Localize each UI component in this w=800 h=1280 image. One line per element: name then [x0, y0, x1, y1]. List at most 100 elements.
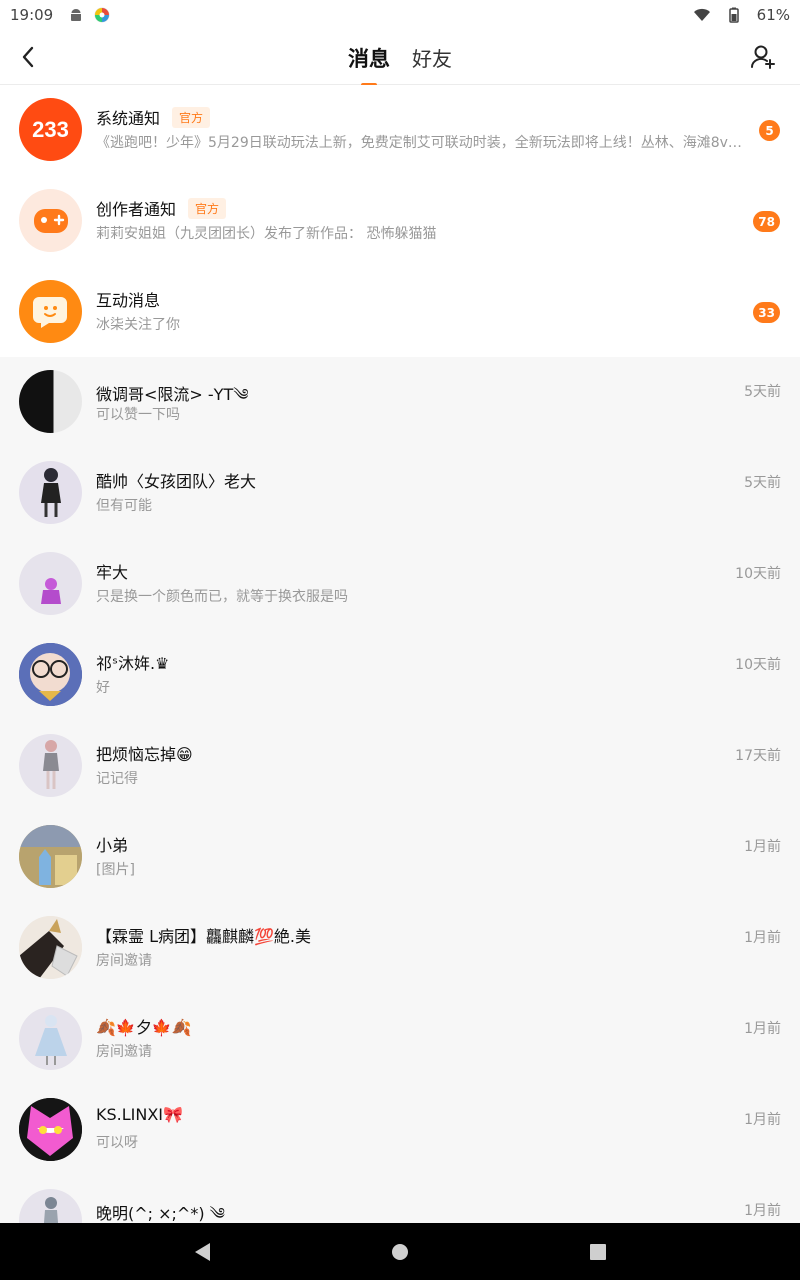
chat-item[interactable]: 🍂🍁夕🍁🍂 房间邀请 1月前: [0, 994, 800, 1085]
chat-name: 🍂🍁夕🍁🍂: [96, 1018, 192, 1037]
add-friend-icon: [750, 45, 775, 69]
chat-name: 祁ˢ沐姩.♛: [96, 654, 170, 673]
row-title-text: 创作者通知: [96, 200, 177, 219]
chat-bubble-icon: [32, 296, 67, 328]
interaction-notice-row[interactable]: 互动消息 冰柒关注了你 33: [0, 267, 800, 358]
chat-preview: 好: [96, 680, 110, 696]
avatar-figure: [19, 643, 82, 706]
row-preview: 莉莉安姐姐（九灵团团长）发布了新作品： 恐怖躲猫猫: [96, 226, 437, 242]
chat-name: KS.LINXI🎀: [96, 1105, 183, 1124]
official-notifications: 233 系统通知 官方 《逃跑吧！少年》5月29日联动玩法上新，免费定制艾可联动…: [0, 85, 800, 357]
chat-list[interactable]: 微调哥<限流> -YT༄ 可以赞一下吗 5天前 酷帅〈女孩团队〉老大 但有可能 …: [0, 357, 800, 1223]
chat-name: 牢大: [96, 563, 129, 582]
chat-time: 10天前: [735, 657, 781, 673]
nav-back-icon: [195, 1242, 210, 1261]
unread-badge: 78: [753, 211, 780, 232]
row-title: 系统通知 官方: [96, 105, 211, 129]
chat-item[interactable]: 把烦恼忘掉😁 记记得 17天前: [0, 721, 800, 812]
avatar: [19, 461, 82, 524]
avatar-figure: [40, 467, 61, 517]
avatar: [19, 552, 82, 615]
chat-item[interactable]: 晚明(^; ×;^*) ༄ 1月前: [0, 1176, 800, 1223]
chat-preview: 房间邀请: [96, 1044, 152, 1060]
avatar: [19, 370, 82, 433]
row-title-text: 互动消息: [96, 291, 161, 310]
tab-messages[interactable]: 消息: [346, 43, 392, 73]
chat-time: 10天前: [735, 566, 781, 582]
chat-preview: 只是换一个颜色而已，就等于换衣服是吗: [96, 589, 348, 605]
avatar: [19, 734, 82, 797]
unread-badge: 33: [753, 302, 780, 323]
chat-item[interactable]: 小弟 [图片] 1月前: [0, 812, 800, 903]
chat-preview: 可以赞一下吗: [96, 407, 180, 423]
chat-time: 5天前: [744, 384, 781, 400]
avatar-creator: [19, 189, 82, 252]
avatar: [19, 916, 82, 979]
avatar: [19, 643, 82, 706]
row-preview: 《逃跑吧！少年》5月29日联动玩法上新，免费定制艾可联动时装，全新玩法即将上线！…: [96, 135, 746, 151]
app-notification-icon: [93, 6, 111, 24]
status-bar: 19:09 61%: [0, 0, 800, 30]
chat-preview: [图片]: [96, 862, 135, 878]
chat-item[interactable]: 祁ˢ沐姩.♛ 好 10天前: [0, 630, 800, 721]
system-nav-bar: [0, 1223, 800, 1280]
avatar-interaction: [19, 280, 82, 343]
chat-name: 酷帅〈女孩团队〉老大: [96, 472, 257, 491]
chat-item[interactable]: 酷帅〈女孩团队〉老大 但有可能 5天前: [0, 448, 800, 539]
chat-item[interactable]: 微调哥<限流> -YT༄ 可以赞一下吗 5天前: [0, 357, 800, 448]
chat-time: 1月前: [744, 1203, 781, 1219]
battery-icon: [725, 6, 743, 24]
add-friend-button[interactable]: [748, 42, 778, 72]
avatar: [19, 1007, 82, 1070]
row-title: 创作者通知 官方: [96, 196, 227, 220]
system-notice-row[interactable]: 233 系统通知 官方 《逃跑吧！少年》5月29日联动玩法上新，免费定制艾可联动…: [0, 85, 800, 176]
gamepad-icon: [33, 208, 68, 233]
avatar-figure: [40, 577, 61, 604]
nav-home-icon: [392, 1243, 408, 1260]
avatar-figure: [19, 1098, 82, 1161]
chat-name: 小弟: [96, 836, 129, 855]
nav-recents-button[interactable]: [587, 1241, 609, 1263]
nav-back-button[interactable]: [191, 1241, 213, 1263]
creator-notice-row[interactable]: 创作者通知 官方 莉莉安姐姐（九灵团团长）发布了新作品： 恐怖躲猫猫 78: [0, 176, 800, 267]
avatar: [19, 825, 82, 888]
chat-time: 17天前: [735, 748, 781, 764]
chat-item[interactable]: KS.LINXI🎀 可以呀 1月前: [0, 1085, 800, 1176]
chat-time: 1月前: [744, 930, 781, 946]
chat-item[interactable]: 牢大 只是换一个颜色而已，就等于换衣服是吗 10天前: [0, 539, 800, 630]
avatar-233: 233: [19, 98, 82, 161]
logo-233-text: 233: [32, 116, 69, 142]
top-header: 消息 好友: [0, 30, 800, 85]
chat-time: 1月前: [744, 839, 781, 855]
battery-percent: 61%: [756, 6, 790, 24]
chat-preview: 可以呀: [96, 1135, 138, 1151]
avatar-figure: [19, 916, 82, 979]
nav-home-button[interactable]: [389, 1241, 411, 1263]
message-tabs: 消息 好友: [0, 30, 800, 85]
unread-badge: 5: [759, 120, 780, 141]
avatar-figure: [19, 825, 82, 888]
official-badge: 官方: [188, 197, 227, 219]
chat-preview: 房间邀请: [96, 953, 152, 969]
avatar: [19, 1189, 82, 1223]
official-badge: 官方: [172, 106, 211, 128]
android-icon: [67, 6, 85, 24]
chat-name: 晚明(^; ×;^*) ༄: [96, 1204, 225, 1223]
row-preview: 冰柒关注了你: [96, 317, 180, 333]
row-title: 互动消息: [96, 287, 160, 311]
chat-name: 【霖霊 ᒪ病团】龘麒麟💯絶.美: [96, 927, 312, 946]
chat-name: 把烦恼忘掉😁: [96, 745, 193, 764]
chat-item[interactable]: 【霖霊 ᒪ病团】龘麒麟💯絶.美 房间邀请 1月前: [0, 903, 800, 994]
tab-friends[interactable]: 好友: [410, 43, 454, 72]
avatar: [19, 1098, 82, 1161]
chat-time: 1月前: [744, 1112, 781, 1128]
avatar-figure: [34, 1014, 67, 1065]
chat-time: 5天前: [744, 475, 781, 491]
status-time: 19:09: [10, 6, 54, 24]
chat-time: 1月前: [744, 1021, 781, 1037]
wifi-icon: [693, 6, 711, 24]
avatar-figure: [42, 739, 59, 789]
chat-preview: 但有可能: [96, 498, 152, 514]
row-title-text: 系统通知: [96, 109, 161, 128]
avatar-figure: [43, 1196, 58, 1223]
